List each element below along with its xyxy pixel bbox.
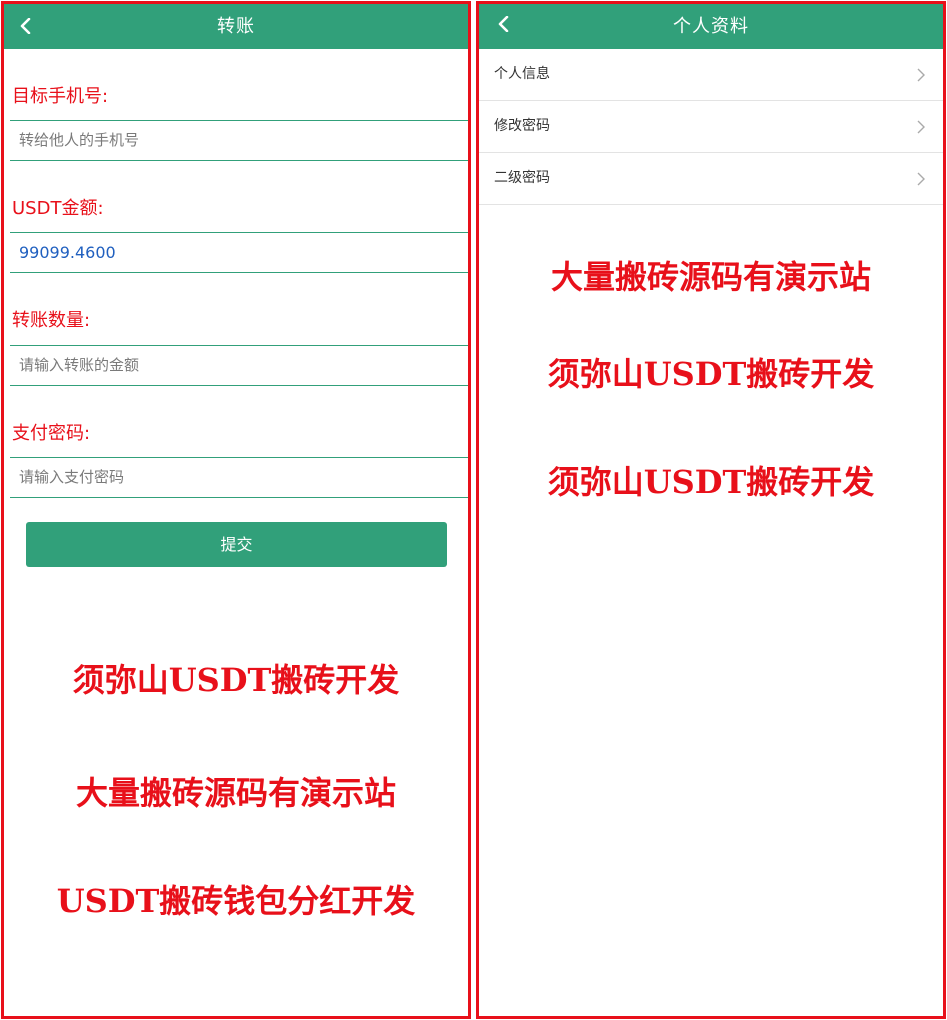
chevron-right-icon bbox=[917, 120, 925, 134]
transfer-quantity-label: 转账数量: bbox=[12, 310, 91, 331]
profile-screen: 个人资料 个人信息 修改密码 二级密码 大量搬砖源码有演示站 须弥山USDT搬砖… bbox=[476, 1, 946, 1019]
promo-text: 须弥山USDT搬砖开发 bbox=[72, 661, 400, 699]
chevron-right-icon bbox=[917, 172, 925, 186]
promo-text: 大量搬砖源码有演示站 bbox=[550, 258, 871, 296]
menu-item-label: 个人信息 bbox=[494, 66, 550, 82]
promo-text: 须弥山USDT搬砖开发 bbox=[547, 463, 875, 501]
menu-item-secondary-password[interactable]: 二级密码 bbox=[479, 153, 943, 205]
transfer-quantity-input[interactable] bbox=[19, 346, 458, 385]
payment-password-input[interactable] bbox=[19, 458, 458, 497]
submit-button[interactable]: 提交 bbox=[26, 522, 447, 567]
menu-item-change-password[interactable]: 修改密码 bbox=[479, 101, 943, 153]
transfer-screen: 转账 目标手机号: USDT金额: 99099.4600 转账数量: 支付密码:… bbox=[1, 1, 471, 1019]
usdt-amount-label: USDT金额: bbox=[12, 198, 104, 219]
page-title: 转账 bbox=[217, 16, 255, 37]
profile-header: 个人资料 bbox=[479, 4, 943, 49]
promo-text: USDT搬砖钱包分红开发 bbox=[56, 882, 416, 920]
promo-text: 大量搬砖源码有演示站 bbox=[75, 774, 396, 812]
page-title: 个人资料 bbox=[673, 16, 749, 37]
menu-item-label: 二级密码 bbox=[494, 170, 550, 186]
transfer-quantity-field[interactable] bbox=[4, 345, 468, 386]
target-phone-label: 目标手机号: bbox=[12, 86, 109, 107]
target-phone-input[interactable] bbox=[19, 121, 458, 160]
target-phone-field[interactable] bbox=[4, 120, 468, 161]
promo-text: 须弥山USDT搬砖开发 bbox=[547, 355, 875, 393]
chevron-right-icon bbox=[917, 68, 925, 82]
menu-item-label: 修改密码 bbox=[494, 118, 550, 134]
usdt-amount-field: 99099.4600 bbox=[4, 232, 468, 273]
payment-password-field[interactable] bbox=[4, 457, 468, 498]
menu-item-personal-info[interactable]: 个人信息 bbox=[479, 49, 943, 101]
usdt-amount-value: 99099.4600 bbox=[19, 243, 116, 262]
transfer-header: 转账 bbox=[4, 4, 468, 49]
payment-password-label: 支付密码: bbox=[12, 423, 91, 444]
